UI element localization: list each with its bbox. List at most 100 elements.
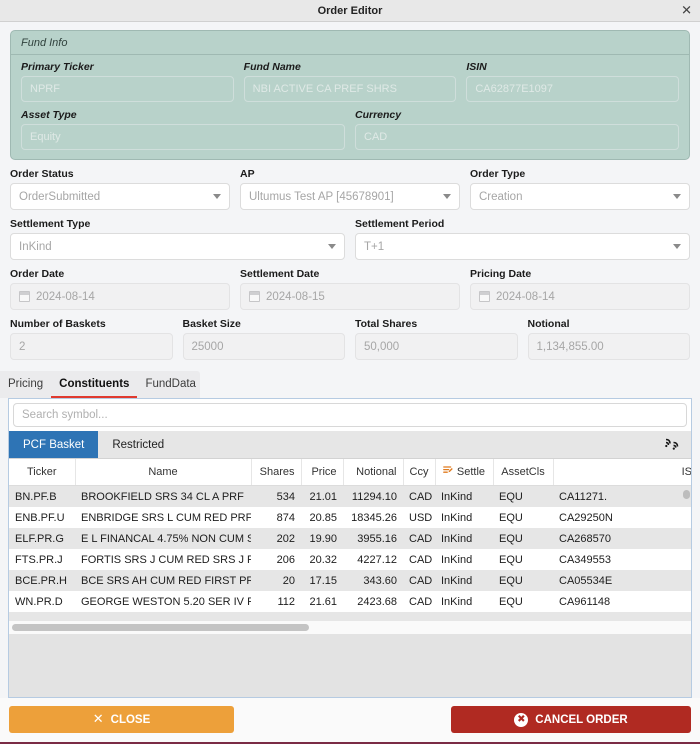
col-notional[interactable]: Notional [343, 459, 404, 486]
name-cell: FORTIS SRS J CUM RED SRS J PRF [75, 549, 251, 570]
order-status-value: OrderSubmitted [19, 190, 101, 203]
search-input[interactable]: Search symbol... [13, 403, 687, 427]
settlement-period-label: Settlement Period [355, 218, 445, 230]
notional-cell: 18345.26 [343, 507, 403, 528]
notional-cell: 343.60 [343, 570, 403, 591]
number-of-baskets-input[interactable]: 2 [10, 333, 173, 360]
settlement-period-select[interactable]: T+1 [355, 233, 690, 260]
isin-cell: CA11271. [553, 485, 691, 507]
asset-type-input[interactable]: Equity [21, 124, 345, 150]
chevron-down-icon [328, 244, 336, 249]
settle-cell: InKind [435, 591, 493, 612]
close-button[interactable]: ✕ CLOSE [9, 706, 234, 733]
price-cell: 20.32 [301, 549, 343, 570]
table-row[interactable]: ELF.PR.GE L FINANCAL 4.75% NON CUM SRS 2… [9, 528, 691, 549]
constituents-table: Ticker Name Shares Price Notional Ccy Se… [9, 459, 691, 612]
order-type-value: Creation [479, 190, 523, 203]
table-row[interactable]: ENB.PF.U ENBRIDGE SRS L CUM RED PRF 874 20.… [9, 507, 691, 528]
tab-constituents[interactable]: Constituents [51, 371, 138, 398]
name-cell: E L FINANCAL 4.75% NON CUM SRS 2 PRF [75, 528, 251, 549]
search-bar: Search symbol... [9, 399, 691, 431]
order-date-input[interactable]: 2024-08-14 [10, 283, 230, 310]
settlement-date-input[interactable]: 2024-08-15 [240, 283, 460, 310]
col-isin[interactable]: ISIN [553, 459, 691, 486]
tab-pricing[interactable]: Pricing [0, 371, 51, 398]
order-type-label: Order Type [470, 168, 526, 180]
assetcls-cell: EQU [493, 485, 553, 507]
primary-ticker-input[interactable]: NPRF [21, 76, 234, 102]
price-cell: 20.85 [301, 507, 343, 528]
primary-ticker-label: Primary Ticker [21, 61, 94, 73]
col-assetcls[interactable]: AssetCls [493, 459, 554, 486]
name-cell: ENBRIDGE SRS L CUM RED PRF [75, 507, 251, 528]
notional-cell: 3955.16 [343, 528, 403, 549]
circle-x-icon: ✖ [514, 712, 529, 727]
order-date-label: Order Date [10, 268, 65, 280]
table-row[interactable]: BCE.PR.H BCE SRS AH CUM RED FIRST PRF 20 17… [9, 570, 691, 591]
horizontal-scroll-thumb[interactable] [12, 624, 310, 631]
table-row[interactable]: BN.PF.B BROOKFIELD SRS 34 CL A PRF 534 21.0… [9, 485, 691, 507]
table-row[interactable]: WN.PR.D GEORGE WESTON 5.20 SER IV PRF 112 2… [9, 591, 691, 612]
col-ccy[interactable]: Ccy [403, 459, 436, 486]
col-shares[interactable]: Shares [251, 459, 302, 486]
tabs-spacer [178, 431, 654, 458]
notional-input[interactable]: 1,134,855.00 [527, 333, 690, 360]
close-icon[interactable]: ✕ [681, 4, 692, 17]
table-horizontal-scrollbar[interactable] [9, 621, 691, 634]
assetcls-cell: EQU [493, 570, 553, 591]
constituents-table-wrapper: Ticker Name Shares Price Notional Ccy Se… [9, 459, 691, 697]
ap-select[interactable]: Ultumus Test AP [45678901] [240, 183, 460, 210]
settlement-type-label: Settlement Type [10, 218, 91, 230]
signal-icon[interactable] [654, 431, 691, 458]
col-ticker[interactable]: Ticker [9, 459, 76, 486]
order-status-label: Order Status [10, 168, 74, 180]
asset-type-group: Asset Type Equity [21, 109, 345, 150]
settlement-type-value: InKind [19, 240, 52, 253]
tab-pcf-basket[interactable]: PCF Basket [9, 431, 99, 458]
settle-cell: InKind [435, 507, 493, 528]
tab-restricted[interactable]: Restricted [98, 431, 178, 458]
price-cell: 21.01 [301, 485, 343, 507]
fund-info-row-1: Primary Ticker NPRF Fund Name NBI ACTIVE… [21, 61, 680, 102]
pricing-date-group: Pricing Date 2024-08-14 [470, 268, 690, 310]
settle-cell: InKind [435, 485, 493, 507]
order-status-select[interactable]: OrderSubmitted [10, 183, 230, 210]
ticker-cell: BCE.PR.H [9, 570, 75, 591]
assetcls-cell: EQU [493, 591, 553, 612]
table-row[interactable]: FTS.PR.J FORTIS SRS J CUM RED SRS J PRF 20… [9, 549, 691, 570]
chevron-down-icon [673, 194, 681, 199]
isin-group: ISIN CA62877E1097 [466, 61, 680, 102]
isin-cell: CA05534E [553, 570, 691, 591]
ccy-cell: CAD [403, 485, 435, 507]
fund-name-input[interactable]: NBI ACTIVE CA PREF SHRS [243, 76, 457, 102]
table-vertical-scrollbar[interactable] [683, 459, 690, 612]
fund-name-label: Fund Name [243, 61, 301, 73]
settlement-type-select[interactable]: InKind [10, 233, 345, 260]
order-row-dates: Order Date 2024-08-14 Settlement Date 20… [10, 268, 690, 310]
isin-input[interactable]: CA62877E1097 [466, 76, 680, 102]
fund-info-legend: Fund Info [11, 31, 689, 55]
col-settle[interactable]: Settle [435, 459, 494, 486]
cancel-order-button[interactable]: ✖ CANCEL ORDER [451, 706, 691, 733]
ccy-cell: CAD [403, 528, 435, 549]
col-price[interactable]: Price [301, 459, 344, 486]
col-name[interactable]: Name [75, 459, 252, 486]
primary-ticker-group: Primary Ticker NPRF [21, 61, 234, 102]
vertical-scroll-thumb[interactable] [683, 490, 690, 499]
table-body: BN.PF.B BROOKFIELD SRS 34 CL A PRF 534 21.0… [9, 485, 691, 612]
total-shares-input[interactable]: 50,000 [355, 333, 518, 360]
order-type-select[interactable]: Creation [470, 183, 690, 210]
pricing-date-input[interactable]: 2024-08-14 [470, 283, 690, 310]
tab-funddata[interactable]: FundData [137, 371, 204, 398]
settlement-date-group: Settlement Date 2024-08-15 [240, 268, 460, 310]
settlement-date-value: 2024-08-15 [266, 290, 325, 303]
basket-tabs: PCF Basket Restricted [9, 431, 691, 459]
order-type-group: Order Type Creation [470, 168, 690, 210]
isin-cell: CA268570 [553, 528, 691, 549]
currency-input[interactable]: CAD [355, 124, 679, 150]
ap-value: Ultumus Test AP [45678901] [249, 190, 394, 203]
ccy-cell: CAD [403, 549, 435, 570]
shares-cell: 534 [251, 485, 301, 507]
calendar-icon [19, 291, 30, 302]
basket-size-input[interactable]: 25000 [182, 333, 345, 360]
